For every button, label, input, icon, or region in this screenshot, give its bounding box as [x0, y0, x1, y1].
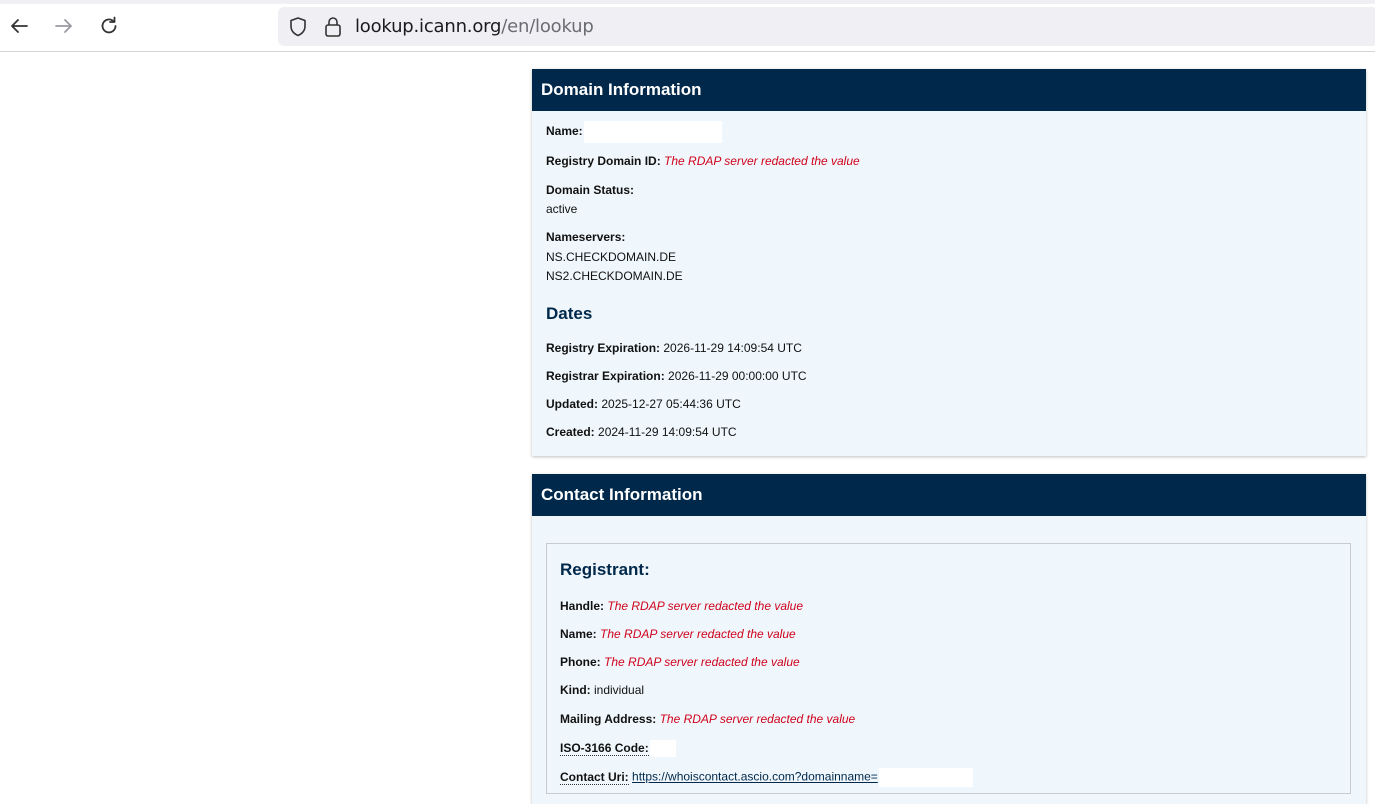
reload-button[interactable] — [97, 14, 121, 38]
redaction-box — [584, 121, 723, 143]
date-value: 2026-11-29 14:09:54 UTC — [663, 341, 802, 355]
registry-domain-id-value: The RDAP server redacted the value — [664, 154, 860, 168]
phone-value: The RDAP server redacted the value — [604, 655, 800, 669]
nameservers-label-text: Nameservers: — [546, 230, 626, 244]
forward-button[interactable] — [52, 14, 76, 38]
url-text[interactable]: lookup.icann.org/en/lookup — [355, 16, 594, 37]
created-row: Created: 2024-11-29 14:09:54 UTC — [546, 425, 737, 439]
date-label: Created: — [546, 425, 595, 439]
contact-information-header: Contact Information — [532, 474, 1366, 516]
redaction-box — [650, 740, 677, 757]
phone-label: Phone: — [560, 655, 601, 669]
registrant-name-label: Name: — [560, 627, 597, 641]
registrant-name-value: The RDAP server redacted the value — [600, 627, 796, 641]
mailing-address-row: Mailing Address: The RDAP server redacte… — [560, 712, 855, 726]
contact-uri-row: Contact Uri: https://whoiscontact.ascio.… — [560, 768, 973, 787]
mailing-address-value: The RDAP server redacted the value — [659, 712, 856, 726]
domain-information-header: Domain Information — [532, 69, 1366, 111]
url-path: /en/lookup — [501, 16, 594, 37]
tab-strip-edge — [0, 0, 1375, 4]
handle-value: The RDAP server redacted the value — [607, 599, 804, 613]
url-host: lookup.icann.org — [355, 16, 502, 37]
handle-row: Handle: The RDAP server redacted the val… — [560, 599, 803, 613]
dates-title: Dates — [546, 304, 593, 323]
kind-row: Kind: individual — [560, 683, 644, 697]
phone-row: Phone: The RDAP server redacted the valu… — [560, 655, 800, 669]
mailing-address-label: Mailing Address: — [560, 712, 657, 726]
lock-icon[interactable] — [322, 15, 344, 39]
iso-code-label[interactable]: ISO-3166 Code: — [560, 740, 649, 756]
nameserver-item: NS2.CHECKDOMAIN.DE — [546, 269, 683, 283]
shield-icon[interactable] — [287, 16, 309, 38]
date-value: 2025-12-27 05:44:36 UTC — [601, 397, 741, 411]
domain-status-value: active — [546, 202, 578, 216]
domain-status-label-text: Domain Status: — [546, 183, 635, 197]
registrant-title: Registrant: — [560, 560, 650, 579]
address-bar[interactable]: lookup.icann.org/en/lookup — [278, 7, 1375, 46]
contact-uri-label[interactable]: Contact Uri: — [560, 769, 629, 785]
date-label: Updated: — [546, 397, 598, 411]
registrar-expiration-row: Registrar Expiration: 2026-11-29 00:00:0… — [546, 369, 807, 383]
reload-icon — [101, 16, 117, 34]
arrow-left-icon — [11, 19, 28, 33]
date-value: 2026-11-29 00:00:00 UTC — [668, 369, 807, 383]
registrant-card: Registrant: Handle: The RDAP server reda… — [546, 543, 1351, 794]
nameserver-item: NS.CHECKDOMAIN.DE — [546, 250, 677, 264]
kind-value: individual — [594, 683, 645, 697]
domain-name-row: Name: — [546, 121, 723, 143]
updated-row: Updated: 2025-12-27 05:44:36 UTC — [546, 397, 741, 411]
date-label: Registry Expiration: — [546, 341, 661, 355]
redaction-box — [878, 768, 973, 787]
back-button[interactable] — [7, 14, 31, 38]
registry-expiration-row: Registry Expiration: 2026-11-29 14:09:54… — [546, 341, 802, 355]
contact-information-panel: Contact Information Registrant: Handle: … — [532, 474, 1366, 804]
date-value: 2024-11-29 14:09:54 UTC — [598, 425, 737, 439]
registry-domain-id-row: Registry Domain ID: The RDAP server reda… — [546, 154, 860, 168]
date-label: Registrar Expiration: — [546, 369, 665, 383]
browser-toolbar: lookup.icann.org/en/lookup — [0, 0, 1375, 52]
domain-information-panel: Domain Information Name: Registry Domain… — [532, 69, 1366, 456]
nameservers-label: Nameservers: — [546, 230, 625, 244]
iso-code-row: ISO-3166 Code: — [560, 740, 677, 757]
domain-status-label: Domain Status: — [546, 183, 634, 197]
registrant-name-row: Name: The RDAP server redacted the value — [560, 627, 796, 641]
domain-name-label: Name: — [546, 124, 583, 139]
contact-uri-link[interactable]: https://whoiscontact.ascio.com?domainnam… — [632, 770, 878, 784]
arrow-right-icon — [55, 19, 72, 33]
handle-label: Handle: — [560, 599, 605, 613]
kind-label: Kind: — [560, 683, 591, 697]
registry-domain-id-label: Registry Domain ID: — [546, 154, 661, 168]
